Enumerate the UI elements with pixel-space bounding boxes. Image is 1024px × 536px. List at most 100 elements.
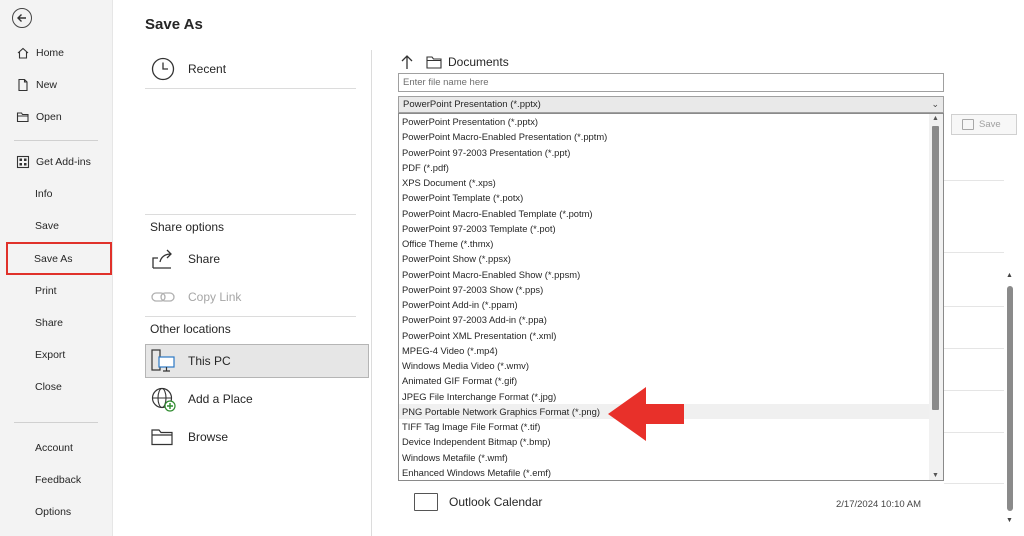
pane-divider xyxy=(371,50,372,536)
save-button[interactable]: Save xyxy=(951,114,1017,135)
nav-share[interactable]: Share xyxy=(10,310,110,336)
file-type-option[interactable]: PowerPoint Template (*.potx) xyxy=(399,190,943,205)
nav-info[interactable]: Info xyxy=(10,181,110,207)
nav-save-label: Save xyxy=(35,220,59,232)
globe-add-icon xyxy=(150,386,176,412)
page-title: Save As xyxy=(145,16,203,33)
location-share-label: Share xyxy=(188,252,221,266)
addins-grid-icon xyxy=(16,155,30,169)
location-browse[interactable]: Browse xyxy=(150,424,228,450)
nav-print-label: Print xyxy=(35,285,57,297)
open-folder-icon xyxy=(16,110,30,124)
new-document-icon xyxy=(16,78,30,92)
file-type-option[interactable]: PowerPoint Macro-Enabled Show (*.ppsm) xyxy=(399,267,943,282)
scroll-down-icon[interactable]: ▼ xyxy=(1006,517,1013,524)
nav-open[interactable]: Open xyxy=(10,104,110,130)
breadcrumb-folder[interactable]: Documents xyxy=(448,55,509,69)
file-type-option[interactable]: PowerPoint Macro-Enabled Template (*.pot… xyxy=(399,206,943,221)
location-share[interactable]: Share xyxy=(150,246,220,272)
file-type-option[interactable]: PowerPoint Show (*.ppsx) xyxy=(399,251,943,266)
file-type-option[interactable]: Office Theme (*.thmx) xyxy=(399,236,943,251)
save-button-label: Save xyxy=(979,119,1001,130)
chevron-down-icon: ⌄ xyxy=(931,99,939,109)
nav-home[interactable]: Home xyxy=(10,40,110,66)
computer-icon xyxy=(150,348,176,374)
nav-close-label: Close xyxy=(35,381,62,393)
up-arrow-icon[interactable] xyxy=(400,54,416,70)
nav-get-addins[interactable]: Get Add-ins xyxy=(10,149,110,175)
share-options-header: Share options xyxy=(150,220,225,234)
divider xyxy=(944,390,1004,391)
location-copy-link-label: Copy Link xyxy=(188,290,242,304)
file-name-input[interactable] xyxy=(398,73,944,92)
file-type-option[interactable]: PowerPoint Presentation (*.pptx) xyxy=(399,114,943,129)
nav-export[interactable]: Export xyxy=(10,342,110,368)
file-type-option[interactable]: Enhanced Windows Metafile (*.emf) xyxy=(399,465,943,480)
nav-options-label: Options xyxy=(35,506,72,518)
nav-save-as[interactable]: Save As xyxy=(6,242,112,275)
file-list-scrollbar[interactable]: ▲ ▼ xyxy=(1005,272,1015,524)
scroll-down-icon[interactable]: ▼ xyxy=(932,472,939,479)
scroll-up-icon[interactable]: ▲ xyxy=(932,115,939,122)
location-copy-link[interactable]: Copy Link xyxy=(150,284,241,310)
nav-feedback-label: Feedback xyxy=(35,474,82,486)
location-recent[interactable]: Recent xyxy=(150,56,226,82)
divider xyxy=(944,252,1004,253)
nav-close[interactable]: Close xyxy=(10,374,110,400)
file-name: Outlook Calendar xyxy=(449,495,543,509)
scrollbar-thumb[interactable] xyxy=(1007,286,1013,511)
nav-new[interactable]: New xyxy=(10,72,110,98)
file-type-option[interactable]: PDF (*.pdf) xyxy=(399,160,943,175)
save-disk-icon xyxy=(962,119,974,130)
nav-divider xyxy=(14,422,98,423)
folder-icon xyxy=(414,493,438,511)
nav-info-label: Info xyxy=(35,188,53,200)
location-this-pc[interactable]: This PC xyxy=(150,348,231,374)
nav-get-addins-label: Get Add-ins xyxy=(36,156,91,168)
folder-open-icon xyxy=(150,424,176,450)
path-bar: Documents xyxy=(400,54,509,70)
back-arrow-icon[interactable] xyxy=(12,8,32,28)
file-type-option[interactable]: PowerPoint Macro-Enabled Presentation (*… xyxy=(399,129,943,144)
divider xyxy=(944,306,1004,307)
nav-options[interactable]: Options xyxy=(10,499,110,525)
file-type-option[interactable]: Windows Media Video (*.wmv) xyxy=(399,358,943,373)
annotation-arrow-icon xyxy=(608,387,684,441)
file-type-select[interactable]: PowerPoint Presentation (*.pptx) ⌄ xyxy=(398,96,944,113)
file-type-option[interactable]: PowerPoint 97-2003 Add-in (*.ppa) xyxy=(399,312,943,327)
file-type-option[interactable]: XPS Document (*.xps) xyxy=(399,175,943,190)
nav-export-label: Export xyxy=(35,349,66,361)
dropdown-scrollbar[interactable]: ▲ ▼ xyxy=(929,114,943,480)
nav-account[interactable]: Account xyxy=(10,435,110,461)
nav-home-label: Home xyxy=(36,47,65,59)
nav-open-label: Open xyxy=(36,111,62,123)
folder-icon xyxy=(426,55,442,69)
nav-save[interactable]: Save xyxy=(10,213,110,239)
backstage-nav: Home New Open Get Add-ins Info Save Save… xyxy=(0,0,113,536)
file-type-option[interactable]: PowerPoint 97-2003 Presentation (*.ppt) xyxy=(399,145,943,160)
divider xyxy=(944,432,1004,433)
file-type-option[interactable]: MPEG-4 Video (*.mp4) xyxy=(399,343,943,358)
scrollbar-thumb[interactable] xyxy=(932,126,939,410)
location-this-pc-label: This PC xyxy=(188,354,231,368)
nav-print[interactable]: Print xyxy=(10,278,110,304)
location-add-place[interactable]: Add a Place xyxy=(150,386,253,412)
scroll-up-icon[interactable]: ▲ xyxy=(1006,272,1013,279)
nav-feedback[interactable]: Feedback xyxy=(10,467,110,493)
share-arrow-icon xyxy=(150,246,176,272)
file-type-option[interactable]: PowerPoint XML Presentation (*.xml) xyxy=(399,328,943,343)
location-browse-label: Browse xyxy=(188,430,229,444)
divider xyxy=(944,180,1004,181)
file-type-option[interactable]: PowerPoint Add-in (*.ppam) xyxy=(399,297,943,312)
file-type-option[interactable]: PowerPoint 97-2003 Show (*.pps) xyxy=(399,282,943,297)
file-row[interactable]: Outlook Calendar xyxy=(414,493,542,511)
divider xyxy=(944,483,1004,484)
nav-account-label: Account xyxy=(35,442,73,454)
file-date: 2/17/2024 10:10 AM xyxy=(836,499,922,510)
clock-icon xyxy=(150,56,176,82)
file-type-option[interactable]: Windows Metafile (*.wmf) xyxy=(399,450,943,465)
divider xyxy=(145,316,356,317)
file-type-option[interactable]: PowerPoint 97-2003 Template (*.pot) xyxy=(399,221,943,236)
nav-new-label: New xyxy=(36,79,58,91)
location-add-place-label: Add a Place xyxy=(188,392,253,406)
